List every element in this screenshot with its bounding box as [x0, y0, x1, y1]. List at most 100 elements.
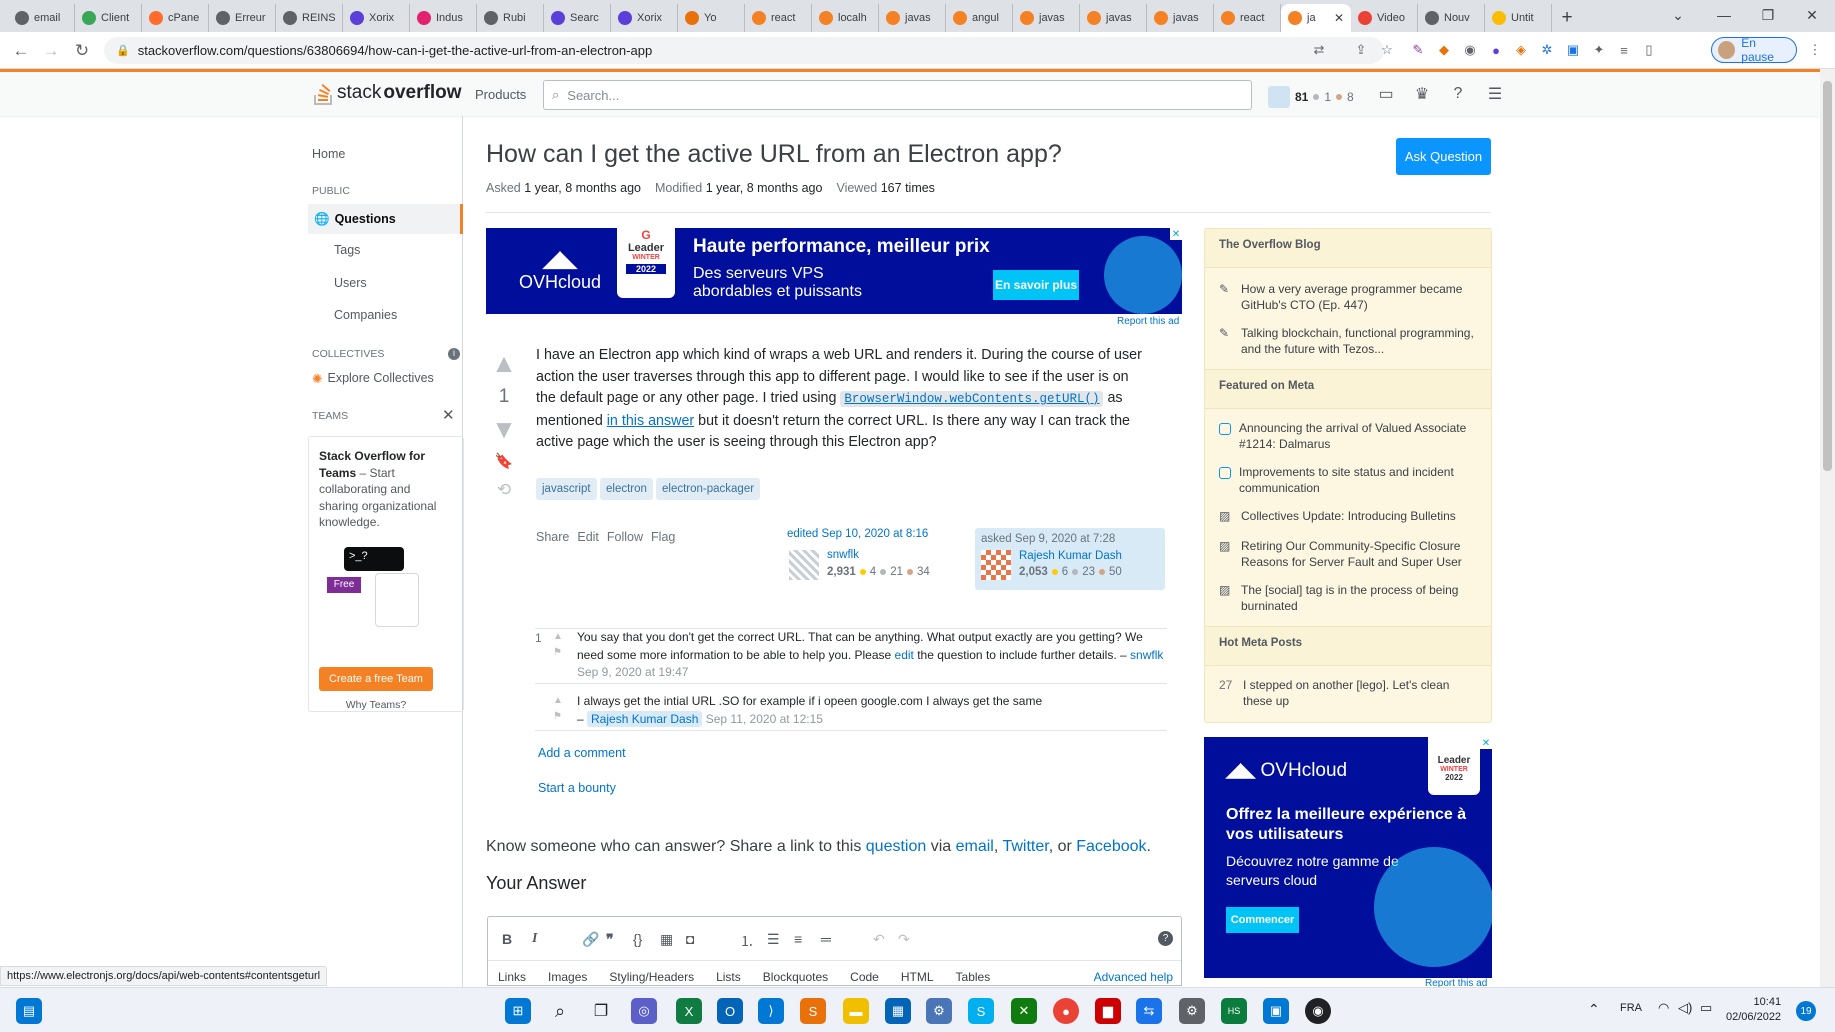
browser-tab[interactable]: REINS: [276, 4, 343, 32]
upvote-icon[interactable]: ▲: [489, 350, 519, 376]
quote-icon[interactable]: ❞: [606, 931, 614, 948]
tab-search-icon[interactable]: ⌄: [1656, 3, 1700, 27]
vscode-icon[interactable]: ⟩: [758, 998, 784, 1024]
share-twitter-link[interactable]: Twitter: [1002, 838, 1048, 855]
snippet-icon[interactable]: ◘: [686, 931, 694, 947]
more-menu-icon[interactable]: ⋮: [1806, 41, 1824, 59]
minimize-icon[interactable]: —: [1702, 3, 1746, 27]
editor-tab-lists[interactable]: Lists: [716, 970, 741, 984]
blog-item[interactable]: ✎ How a very average programmer became Gi…: [1219, 282, 1481, 313]
store-icon[interactable]: ▦: [885, 998, 911, 1024]
comment-user[interactable]: snwflk: [1130, 648, 1163, 662]
editor-tab-images[interactable]: Images: [548, 970, 587, 984]
share-facebook-link[interactable]: Facebook: [1076, 838, 1146, 855]
system-clock[interactable]: 10:41 02/06/2022: [1726, 995, 1781, 1025]
flag-link[interactable]: Flag: [651, 530, 675, 544]
undo-icon[interactable]: ↶: [873, 931, 885, 948]
share-link[interactable]: Share: [536, 530, 569, 544]
xbox-icon[interactable]: ✕: [1011, 998, 1037, 1024]
nav-users[interactable]: Users: [334, 276, 367, 290]
browser-tab[interactable]: email: [8, 4, 75, 32]
browser-tab[interactable]: javas: [1147, 4, 1214, 32]
inbox-icon[interactable]: ▭: [1376, 84, 1396, 104]
extension-puzzle-badge-icon[interactable]: ◆: [1435, 41, 1453, 59]
tag-javascript[interactable]: javascript: [536, 478, 597, 500]
start-icon[interactable]: ⊞: [505, 998, 531, 1024]
share-icon[interactable]: ⇪: [1352, 41, 1370, 59]
task-view-icon[interactable]: ❐: [588, 998, 614, 1024]
close-window-icon[interactable]: ✕: [1790, 3, 1834, 27]
file-explorer-icon[interactable]: ▬: [843, 998, 869, 1024]
browser-tab[interactable]: Yo: [678, 4, 745, 32]
battery-icon[interactable]: ▭: [1700, 1000, 1712, 1016]
browser-tab[interactable]: Xorix: [343, 4, 410, 32]
comment-vote-icons[interactable]: ▲ ⚑: [553, 629, 563, 661]
ad-side-cta-button[interactable]: Commencer: [1226, 907, 1299, 933]
notification-badge[interactable]: 19: [1796, 1001, 1816, 1021]
photos-icon[interactable]: ▣: [1263, 998, 1289, 1024]
edit-link[interactable]: edit: [895, 648, 914, 662]
identicon[interactable]: [789, 550, 819, 580]
chevron-up-icon[interactable]: ⌃: [1588, 1001, 1600, 1018]
info-icon[interactable]: i: [448, 348, 460, 360]
code-icon[interactable]: {}: [633, 931, 642, 947]
editor-tab-links[interactable]: Links: [498, 970, 526, 984]
star-icon[interactable]: ☆: [1378, 41, 1396, 59]
achievements-icon[interactable]: ♛: [1412, 84, 1432, 104]
asked-username[interactable]: Rajesh Kumar Dash: [1019, 550, 1122, 562]
blog-item[interactable]: ✎ Talking blockchain, functional programm…: [1219, 326, 1481, 357]
identicon[interactable]: [981, 550, 1011, 580]
nav-questions[interactable]: 🌐 Questions: [308, 204, 463, 234]
browser-tab[interactable]: Rubi: [477, 4, 544, 32]
excel-icon[interactable]: X: [676, 998, 702, 1024]
side-panel-icon[interactable]: ▯: [1640, 41, 1658, 59]
wifi-icon[interactable]: ◠: [1658, 1000, 1669, 1016]
extension-square-icon[interactable]: ▣: [1564, 41, 1582, 59]
reading-list-icon[interactable]: ≡: [1615, 41, 1633, 59]
forward-icon[interactable]: →: [39, 39, 63, 63]
translate-icon[interactable]: ⇄: [1310, 41, 1328, 59]
italic-icon[interactable]: I: [532, 931, 537, 947]
search-icon[interactable]: ⌕: [547, 998, 573, 1024]
browser-tab[interactable]: react: [1214, 4, 1281, 32]
products-menu[interactable]: Products: [475, 87, 526, 102]
follow-link[interactable]: Follow: [607, 530, 643, 544]
editor-tab-code[interactable]: Code: [850, 970, 879, 984]
asked-timestamp[interactable]: asked Sep 9, 2020 at 7:28: [981, 533, 1159, 545]
new-tab-icon[interactable]: +: [1552, 4, 1582, 32]
filezilla-icon[interactable]: ▆: [1095, 998, 1121, 1024]
meta-item[interactable]: Announcing the arrival of Valued Associa…: [1219, 421, 1481, 452]
bold-icon[interactable]: B: [502, 931, 512, 947]
obs-icon[interactable]: ◉: [1305, 998, 1331, 1024]
share-question-link[interactable]: question: [866, 838, 927, 855]
browser-tab[interactable]: Client: [75, 4, 142, 32]
browser-tab[interactable]: ja ✕: [1281, 4, 1351, 32]
edited-timestamp[interactable]: edited Sep 10, 2020 at 8:16: [787, 528, 947, 540]
close-teams-icon[interactable]: ✕: [442, 406, 455, 424]
editor-tab-styling[interactable]: Styling/Headers: [609, 970, 694, 984]
extension-pen-icon[interactable]: ✎: [1409, 41, 1427, 59]
restore-icon[interactable]: ❐: [1746, 3, 1790, 27]
browser-tab[interactable]: Untit: [1485, 4, 1552, 32]
share-email-link[interactable]: email: [956, 838, 994, 855]
tag-electron-packager[interactable]: electron-packager: [656, 478, 761, 500]
volume-icon[interactable]: ◁): [1678, 1000, 1692, 1016]
hot-meta-item[interactable]: 27 I stepped on another [lego]. Let's cle…: [1219, 678, 1481, 709]
browser-tab[interactable]: Erreur: [209, 4, 276, 32]
extension-circle-icon[interactable]: ●: [1487, 41, 1505, 59]
meta-item[interactable]: Improvements to site status and incident…: [1219, 465, 1481, 496]
report-ad-link[interactable]: Report this ad: [1117, 316, 1179, 327]
editor-help-icon[interactable]: ?: [1158, 931, 1173, 946]
history-icon[interactable]: ⟲: [489, 480, 519, 500]
ad-sidebar[interactable]: ◢◣ OVHcloud Leader WINTER 2022 Offrez la…: [1204, 737, 1492, 978]
browser-tab[interactable]: cPane: [142, 4, 209, 32]
nav-companies[interactable]: Companies: [334, 308, 397, 322]
ad-close-icon[interactable]: ✕: [1480, 737, 1492, 749]
redo-icon[interactable]: ↷: [898, 931, 910, 948]
heading-icon[interactable]: ≡: [794, 931, 802, 947]
add-comment-link[interactable]: Add a comment: [538, 746, 626, 760]
report-ad-link[interactable]: Report this ad: [1425, 978, 1487, 987]
page-title[interactable]: How can I get the active URL from an Ele…: [486, 140, 1062, 169]
bullet-list-icon[interactable]: ☰: [767, 931, 780, 948]
sublime-icon[interactable]: S: [800, 998, 826, 1024]
